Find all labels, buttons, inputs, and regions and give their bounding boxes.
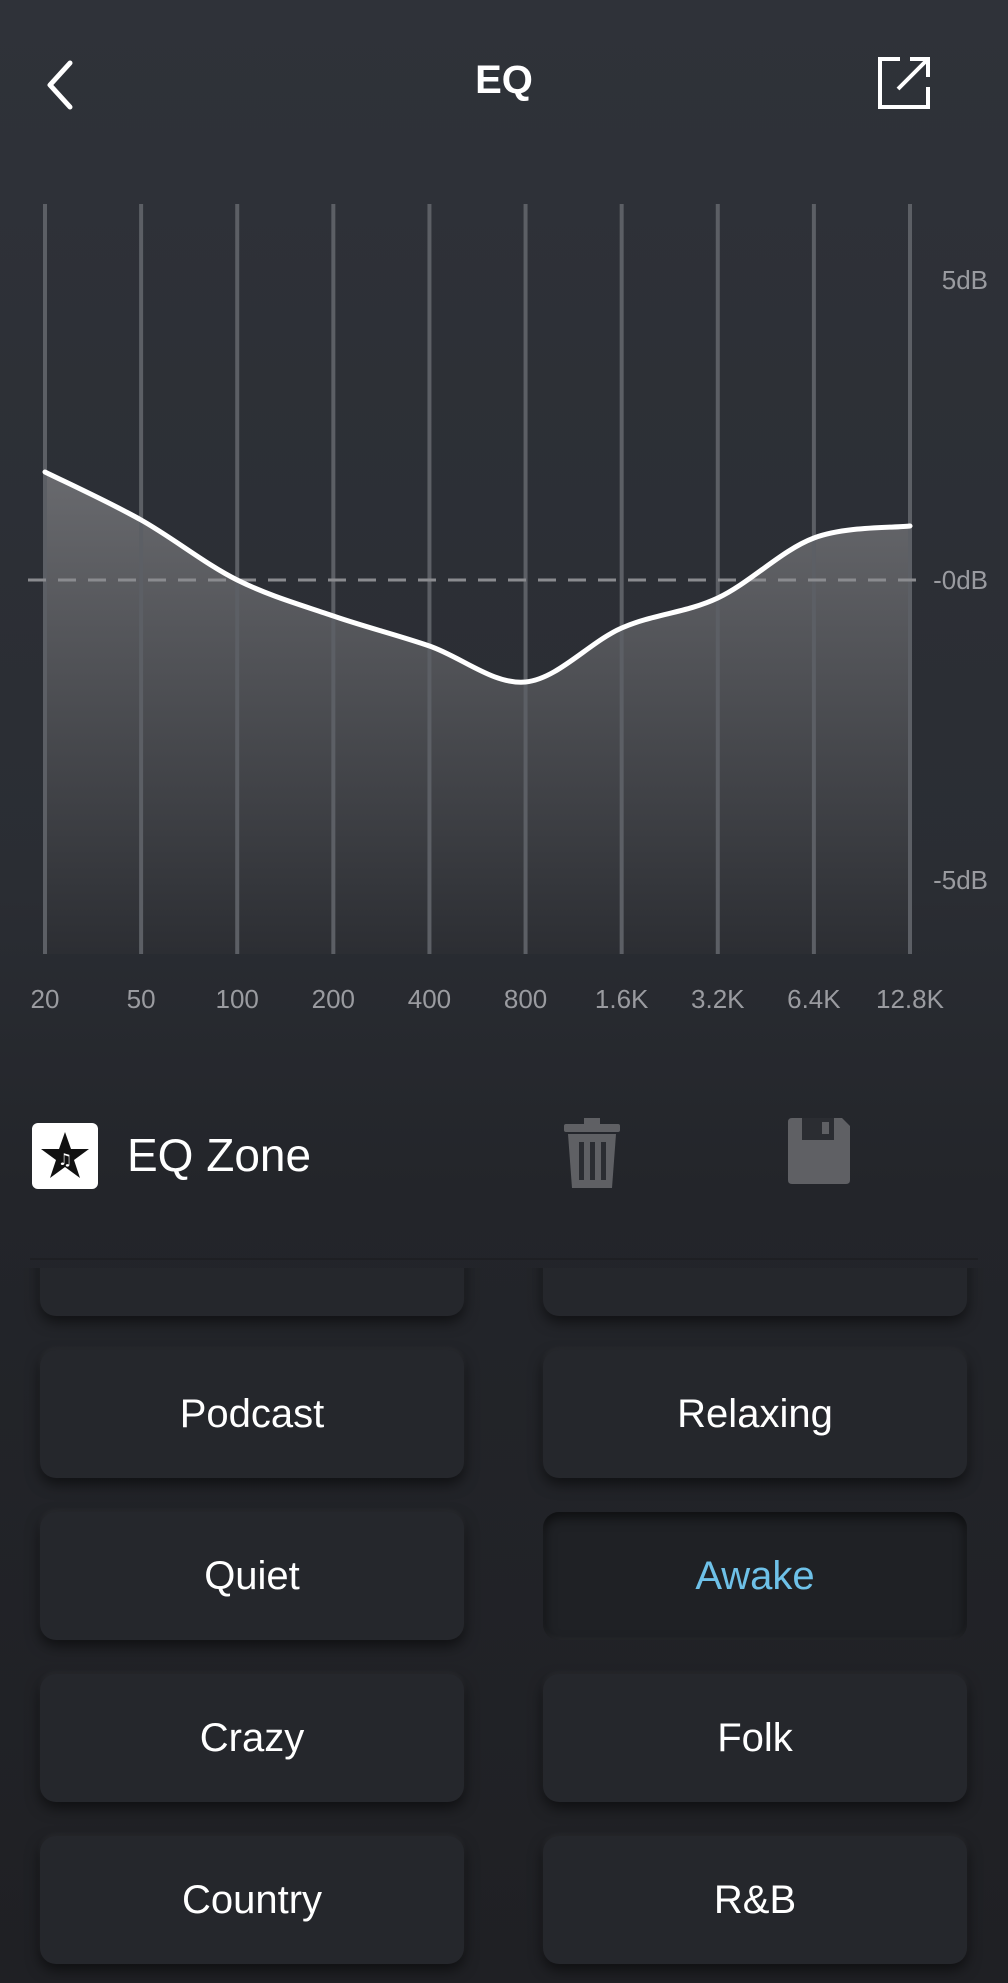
x-tick-label: 800 — [504, 984, 547, 1014]
preset-relaxing[interactable]: Relaxing — [543, 1350, 967, 1478]
preset-awake[interactable]: Awake — [543, 1512, 967, 1640]
x-tick-label: 6.4K — [787, 984, 841, 1014]
header-bar: EQ — [0, 0, 1008, 170]
x-tick-label: 12.8K — [876, 984, 945, 1014]
x-tick-label: 20 — [31, 984, 60, 1014]
floppy-disk-icon — [788, 1118, 850, 1184]
export-button[interactable] — [876, 55, 932, 111]
y-tick-label: 5dB — [942, 265, 988, 295]
external-link-icon — [878, 57, 930, 109]
preset-label: Relaxing — [677, 1391, 833, 1436]
trash-icon — [564, 1118, 620, 1188]
svg-text:♫: ♫ — [58, 1150, 72, 1169]
x-tick-label: 100 — [216, 984, 259, 1014]
preset-country[interactable]: Country — [40, 1836, 464, 1964]
page-title: EQ — [475, 58, 533, 102]
preset-label: Country — [181, 1877, 323, 1922]
y-tick-label: -0dB — [933, 565, 988, 595]
x-tick-label: 200 — [312, 984, 355, 1014]
eq-zone-label: EQ Zone — [127, 1129, 312, 1181]
preset-label: R&B — [713, 1877, 797, 1922]
x-tick-label: 400 — [408, 984, 451, 1014]
save-button[interactable] — [784, 1114, 854, 1188]
divider — [30, 1258, 978, 1260]
x-tick-label: 3.2K — [691, 984, 745, 1014]
preset-quiet[interactable]: Quiet — [40, 1512, 464, 1640]
eq-area-fill — [45, 472, 910, 954]
y-tick-label: -5dB — [933, 865, 988, 895]
x-tick-label: 1.6K — [595, 984, 649, 1014]
preset-label: Quiet — [204, 1553, 300, 1598]
delete-button[interactable] — [560, 1116, 624, 1190]
eq-zone-row: ♫ EQ Zone — [0, 1100, 1008, 1210]
preset-label: Crazy — [199, 1715, 305, 1760]
eq-curve-plot[interactable]: 5dB -0dB -5dB 20 50 100 200 400 800 1.6K 3.2K 6.4K 1… — [0, 190, 1008, 1030]
preset-folk[interactable]: Folk — [543, 1674, 967, 1802]
preset-grid[interactable]: Podcast Relaxing Quiet Awake Crazy Folk … — [0, 1268, 1008, 1983]
preset-label: Folk — [717, 1715, 793, 1760]
preset-label: Awake — [695, 1553, 815, 1598]
star-music-icon[interactable]: ♫ — [32, 1123, 98, 1189]
preset-button-partial[interactable] — [40, 1268, 464, 1316]
preset-button-partial[interactable] — [543, 1268, 967, 1316]
preset-label: Podcast — [179, 1391, 325, 1436]
x-tick-label: 50 — [127, 984, 156, 1014]
preset-rnb[interactable]: R&B — [543, 1836, 967, 1964]
eq-chart[interactable]: 5dB -0dB -5dB 20 50 100 200 400 800 1.6K 3.2K 6.4K 1… — [0, 190, 1008, 1030]
preset-podcast[interactable]: Podcast — [40, 1350, 464, 1478]
preset-crazy[interactable]: Crazy — [40, 1674, 464, 1802]
